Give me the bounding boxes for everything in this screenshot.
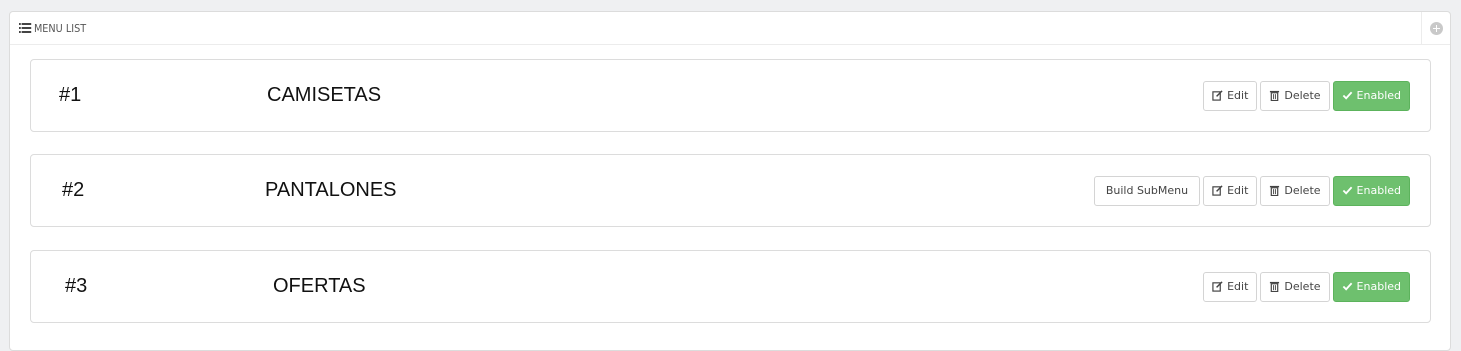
trash-icon [1270,281,1280,292]
edit-label: Edit [1227,280,1249,293]
delete-button[interactable]: Delete [1260,175,1330,206]
menu-row: #2 PANTALONES Build SubMenu Edit Delete … [30,154,1431,227]
edit-icon [1212,90,1223,101]
enabled-label: Enabled [1356,184,1401,197]
row-actions: Build SubMenu Edit Delete Enabled [1093,155,1410,226]
enabled-button[interactable]: Enabled [1332,175,1410,206]
enabled-button[interactable]: Enabled [1332,80,1410,111]
enabled-button[interactable]: Enabled [1332,271,1410,302]
menu-name: OFERTAS [273,275,366,297]
check-icon [1342,282,1352,291]
menu-number: #1 [59,84,82,106]
trash-icon [1270,90,1280,101]
delete-label: Delete [1284,280,1321,293]
menu-list-panel: MENU LIST #1 CAMISETAS Edit Delete Enabl… [9,11,1451,351]
row-actions: Edit Delete Enabled [1203,251,1410,322]
menu-name: PANTALONES [265,179,397,201]
menu-row: #1 CAMISETAS Edit Delete Enabled [30,59,1431,132]
row-actions: Edit Delete Enabled [1203,60,1410,131]
build-submenu-button[interactable]: Build SubMenu [1093,175,1201,206]
panel-tools [1421,12,1450,44]
edit-label: Edit [1227,184,1249,197]
panel-heading: MENU LIST [10,12,1450,45]
edit-label: Edit [1227,89,1249,102]
panel-title-text: MENU LIST [33,21,87,35]
build-submenu-label: Build SubMenu [1105,184,1189,197]
enabled-label: Enabled [1356,89,1401,102]
edit-icon [1212,185,1223,196]
edit-button[interactable]: Edit [1203,80,1258,111]
delete-label: Delete [1284,89,1321,102]
list-icon [19,23,32,33]
menu-number: #3 [65,275,88,297]
trash-icon [1270,185,1280,196]
edit-icon [1212,281,1223,292]
menu-number: #2 [62,179,85,201]
menu-row: #3 OFERTAS Edit Delete Enabled [30,250,1431,323]
enabled-label: Enabled [1356,280,1401,293]
menu-name: CAMISETAS [267,84,382,106]
panel-title: MENU LIST [19,22,86,35]
check-icon [1342,91,1352,100]
plus-circle-icon[interactable] [1429,21,1443,35]
delete-button[interactable]: Delete [1260,271,1330,302]
delete-button[interactable]: Delete [1260,80,1330,111]
check-icon [1342,186,1352,195]
edit-button[interactable]: Edit [1203,175,1258,206]
delete-label: Delete [1284,184,1321,197]
edit-button[interactable]: Edit [1203,271,1258,302]
